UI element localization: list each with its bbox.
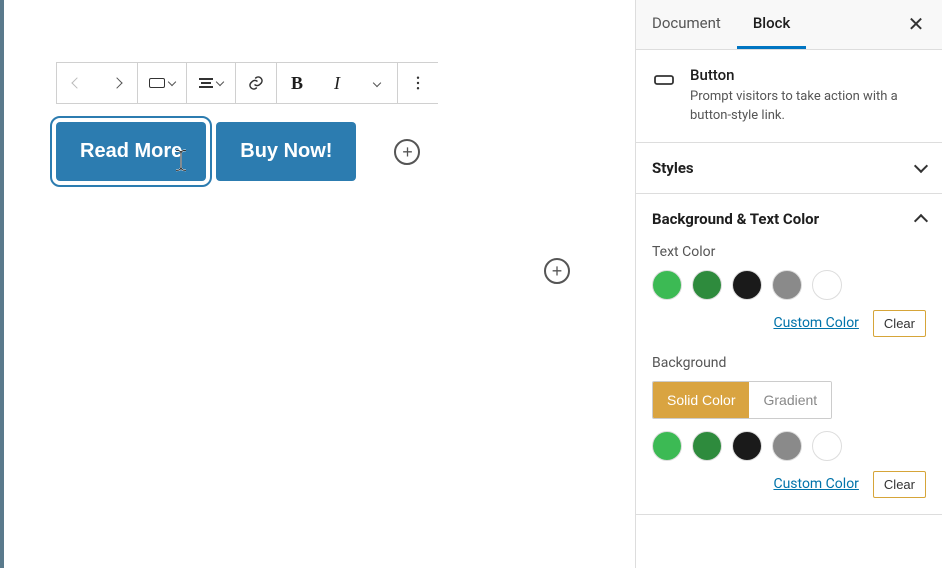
text-custom-color-link[interactable]: Custom Color	[773, 315, 858, 331]
buttons-block[interactable]: Read More Buy Now! +	[56, 122, 635, 181]
button-block-icon	[652, 68, 676, 92]
move-up-button[interactable]	[57, 63, 97, 103]
swatch-white[interactable]	[812, 270, 842, 300]
button-label: Read More	[80, 140, 182, 162]
tab-block[interactable]: Block	[737, 0, 806, 49]
text-color-clear-button[interactable]: Clear	[873, 310, 926, 337]
styles-panel: Styles	[636, 143, 942, 194]
color-panel: Background & Text Color Text Color Custo…	[636, 194, 942, 515]
tab-document[interactable]: Document	[636, 0, 737, 49]
close-icon: ✕	[908, 12, 925, 37]
background-swatches	[652, 431, 926, 461]
align-button[interactable]	[187, 63, 235, 103]
add-block-button[interactable]: +	[544, 258, 570, 284]
swatch-green-dark[interactable]	[692, 431, 722, 461]
block-card-description: Prompt visitors to take action with a bu…	[690, 88, 926, 126]
more-format-button[interactable]	[357, 63, 397, 103]
solid-color-tab[interactable]: Solid Color	[653, 382, 749, 418]
text-color-label: Text Color	[652, 244, 926, 260]
sidebar-tabs: Document Block ✕	[636, 0, 942, 50]
text-color-swatches	[652, 270, 926, 300]
panel-title: Styles	[652, 159, 694, 177]
button-label: Buy Now!	[240, 140, 332, 162]
plus-icon: +	[402, 143, 413, 161]
block-card: Button Prompt visitors to take action wi…	[636, 50, 942, 143]
plus-icon: +	[552, 262, 563, 280]
styles-panel-toggle[interactable]: Styles	[636, 143, 942, 193]
block-card-title: Button	[690, 66, 926, 84]
button-buy-now[interactable]: Buy Now!	[216, 122, 356, 181]
link-button[interactable]	[236, 63, 276, 103]
background-clear-button[interactable]: Clear	[873, 471, 926, 498]
bold-button[interactable]: B	[277, 63, 317, 103]
chevron-down-icon	[914, 159, 928, 173]
panel-title: Background & Text Color	[652, 210, 819, 228]
italic-button[interactable]: I	[317, 63, 357, 103]
background-custom-color-link[interactable]: Custom Color	[773, 476, 858, 492]
background-label: Background	[652, 355, 926, 371]
block-type-button[interactable]	[138, 63, 186, 103]
editor-canvas[interactable]: B I Read More Buy Now! + +	[0, 0, 635, 568]
swatch-black[interactable]	[732, 270, 762, 300]
background-type-toggle: Solid Color Gradient	[652, 381, 832, 419]
more-vertical-icon	[409, 74, 427, 92]
more-options-button[interactable]	[398, 63, 438, 103]
swatch-gray[interactable]	[772, 431, 802, 461]
swatch-gray[interactable]	[772, 270, 802, 300]
button-read-more[interactable]: Read More	[56, 122, 206, 181]
swatch-white[interactable]	[812, 431, 842, 461]
swatch-green-dark[interactable]	[692, 270, 722, 300]
swatch-black[interactable]	[732, 431, 762, 461]
add-button-inline[interactable]: +	[394, 139, 420, 165]
chevron-up-icon	[914, 214, 928, 228]
link-icon	[247, 74, 265, 92]
move-down-button[interactable]	[97, 63, 137, 103]
swatch-green-bright[interactable]	[652, 431, 682, 461]
color-panel-toggle[interactable]: Background & Text Color	[636, 194, 942, 244]
block-toolbar: B I	[56, 62, 438, 104]
swatch-green-bright[interactable]	[652, 270, 682, 300]
close-sidebar-button[interactable]: ✕	[898, 7, 934, 43]
align-icon	[199, 78, 213, 88]
button-block-icon	[149, 78, 165, 88]
settings-sidebar: Document Block ✕ Button Prompt visitors …	[635, 0, 942, 568]
gradient-tab[interactable]: Gradient	[749, 382, 831, 418]
